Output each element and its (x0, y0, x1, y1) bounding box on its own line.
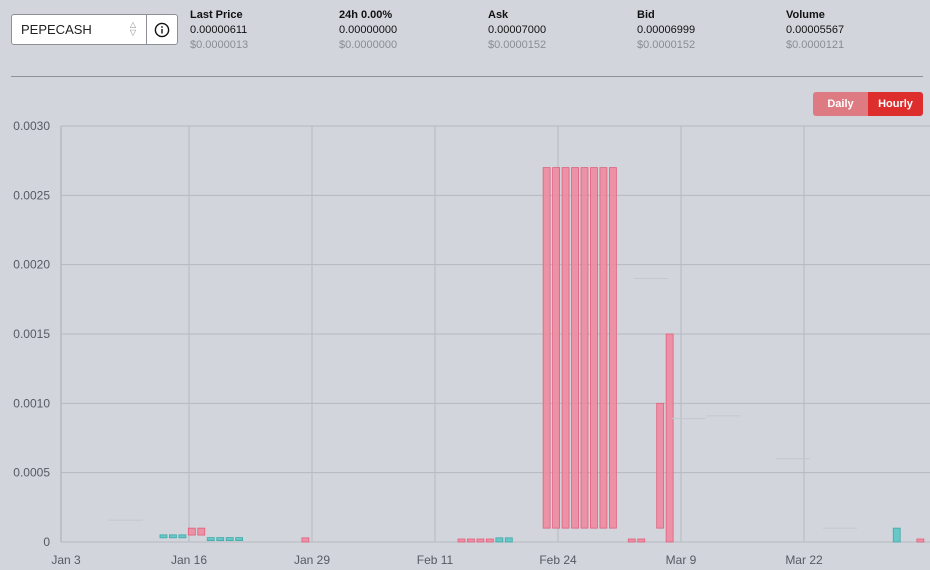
candle[interactable] (457, 538, 466, 543)
candle[interactable] (159, 534, 168, 539)
x-tick-label: Feb 11 (417, 553, 454, 567)
y-tick-label: 0 (43, 535, 50, 549)
candle[interactable] (206, 537, 215, 542)
candle[interactable] (542, 167, 551, 529)
y-axis: 0 0.0005 0.0010 0.0015 0.0020 0.0025 0.0030 (13, 119, 50, 549)
candle[interactable] (552, 167, 561, 529)
y-tick-label: 0.0015 (13, 327, 50, 341)
x-axis: Jan 3 Jan 16 Jan 29 Feb 11 Feb 24 Mar 9 Mar 22 (51, 553, 823, 567)
y-tick-label: 0.0005 (13, 466, 50, 480)
y-tick-label: 0.0020 (13, 258, 50, 272)
x-tick-label: Jan 16 (171, 553, 207, 567)
x-tick-label: Feb 24 (539, 553, 577, 567)
candle[interactable] (627, 538, 636, 543)
x-tick-label: Mar 9 (666, 553, 697, 567)
y-tick-label: 0.0025 (13, 188, 50, 202)
candle[interactable] (590, 167, 598, 529)
chart-grid (60, 125, 930, 543)
candle[interactable] (571, 167, 579, 529)
candle[interactable] (178, 534, 187, 539)
y-tick-label: 0.0010 (13, 396, 50, 410)
candle[interactable] (467, 538, 475, 543)
y-tick-label: 0.0030 (13, 119, 50, 133)
candle[interactable] (561, 167, 570, 529)
candle[interactable] (580, 167, 589, 529)
candle[interactable] (301, 537, 310, 543)
candle[interactable] (665, 333, 674, 543)
candle[interactable] (599, 167, 608, 529)
candle[interactable] (476, 538, 485, 543)
x-tick-label: Mar 22 (785, 553, 823, 567)
candle[interactable] (235, 537, 244, 542)
x-tick-label: Jan 29 (294, 553, 330, 567)
candle[interactable] (608, 167, 617, 529)
candle[interactable] (504, 537, 513, 543)
candle[interactable] (637, 538, 646, 543)
candle[interactable] (225, 537, 234, 542)
candle[interactable] (656, 402, 665, 529)
candle[interactable] (197, 527, 206, 536)
candle[interactable] (892, 527, 901, 543)
candle[interactable] (187, 527, 196, 536)
candle[interactable] (485, 538, 494, 543)
x-tick-label: Jan 3 (51, 553, 81, 567)
candle[interactable] (916, 538, 925, 543)
candle[interactable] (216, 537, 225, 542)
price-chart: 0 0.0005 0.0010 0.0015 0.0020 0.0025 0.0030 Ja… (13, 119, 930, 567)
candle[interactable] (495, 537, 504, 543)
chart-candles (108, 167, 925, 543)
candle[interactable] (169, 534, 177, 539)
